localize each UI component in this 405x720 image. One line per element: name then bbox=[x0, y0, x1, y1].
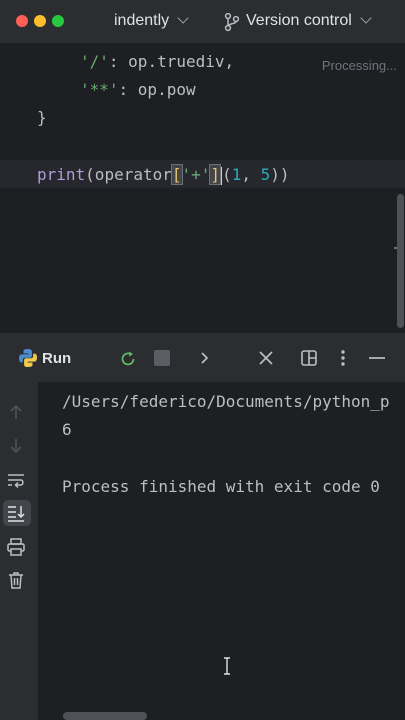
code-line: '**': op.pow bbox=[80, 80, 196, 99]
chevron-down-icon bbox=[177, 12, 189, 24]
version-control-menu[interactable]: Version control bbox=[246, 12, 372, 30]
branch-icon bbox=[224, 12, 240, 32]
code-line: '/': op.truediv, bbox=[80, 52, 235, 71]
code-line: } bbox=[37, 108, 47, 127]
zoom-window-button[interactable] bbox=[52, 15, 64, 27]
scroll-to-end-icon[interactable] bbox=[6, 503, 26, 523]
text-cursor-icon bbox=[224, 657, 230, 675]
title-bar: indently Version control bbox=[0, 0, 405, 44]
chevron-down-icon bbox=[360, 12, 372, 24]
trash-icon[interactable] bbox=[6, 570, 26, 590]
close-window-button[interactable] bbox=[16, 15, 28, 27]
console-line: /Users/federico/Documents/python_p bbox=[62, 392, 390, 411]
minimize-window-button[interactable] bbox=[34, 15, 46, 27]
python-icon bbox=[19, 349, 37, 367]
run-console[interactable]: /Users/federico/Documents/python_p 6 Pro… bbox=[38, 382, 405, 720]
vcs-label: Version control bbox=[246, 12, 352, 29]
project-name: indently bbox=[114, 12, 170, 29]
scroll-marker bbox=[394, 247, 397, 249]
code-editor[interactable]: Processing... '/': op.truediv, '**': op.… bbox=[0, 44, 405, 332]
arrow-down-icon[interactable] bbox=[7, 436, 25, 456]
code-line: print(operator['+'] (1, 5)) bbox=[37, 164, 290, 185]
arrow-up-icon[interactable] bbox=[7, 402, 25, 422]
console-line: Process finished with exit code 0 bbox=[62, 477, 380, 496]
project-switcher[interactable]: indently bbox=[114, 12, 189, 30]
run-tab-title[interactable]: Run bbox=[42, 350, 71, 367]
minimize-icon[interactable] bbox=[367, 349, 387, 367]
stop-icon[interactable] bbox=[154, 350, 170, 366]
close-icon[interactable] bbox=[257, 349, 275, 367]
soft-wrap-icon[interactable] bbox=[6, 470, 26, 490]
editor-scrollbar[interactable] bbox=[397, 194, 404, 328]
chevron-right-icon[interactable] bbox=[198, 350, 212, 366]
processing-status: Processing... bbox=[321, 58, 397, 73]
run-toolbar: Run bbox=[0, 332, 405, 382]
print-icon[interactable] bbox=[6, 537, 26, 557]
more-vertical-icon[interactable] bbox=[334, 348, 352, 368]
layout-icon[interactable] bbox=[300, 349, 318, 367]
console-line: 6 bbox=[62, 420, 72, 439]
rerun-icon[interactable] bbox=[118, 349, 138, 369]
console-horizontal-scrollbar[interactable] bbox=[63, 712, 147, 720]
